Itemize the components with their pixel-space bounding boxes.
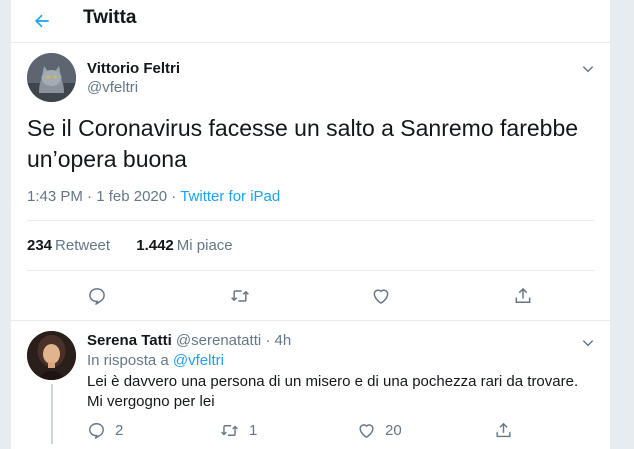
in-reply-handle-link[interactable]: @vfeltri <box>173 352 224 369</box>
author-name[interactable]: Vittorio Feltri <box>87 60 180 78</box>
like-button[interactable] <box>366 281 396 311</box>
back-button[interactable] <box>25 4 59 38</box>
share-icon <box>496 422 511 437</box>
author-handle[interactable]: @vfeltri <box>87 79 138 97</box>
divider <box>11 320 610 321</box>
likes-stat[interactable]: 1.442 Mi piace <box>136 236 232 256</box>
separator-dot: · <box>171 188 177 205</box>
likes-label: Mi piace <box>176 237 233 254</box>
tweet-menu-button[interactable] <box>577 58 599 80</box>
reply-like-button[interactable]: 20 <box>357 419 402 441</box>
reply-author-handle[interactable]: @serenatatti <box>176 332 261 349</box>
reply-text: Lei è davvero una persona di un misero e… <box>87 372 597 412</box>
in-reply-to: In risposta a @vfeltri <box>87 351 224 370</box>
avatar[interactable] <box>27 331 76 380</box>
tweet-detail-column: Twitta Vittorio Feltri @vfeltri Se il Co… <box>10 0 611 449</box>
reply-share-button[interactable] <box>494 419 513 441</box>
page-title: Twitta <box>83 7 137 28</box>
reply-header: Serena Tatti @serenatatti · 4h <box>87 331 291 350</box>
reply-retweet-count: 1 <box>249 421 258 439</box>
tweet-source-link[interactable]: Twitter for iPad <box>180 188 280 205</box>
reply-time[interactable]: 4h <box>275 332 292 349</box>
tweet-text-line: un’opera buona <box>27 146 187 172</box>
page-header: Twitta <box>11 0 610 43</box>
share-button[interactable] <box>508 281 538 311</box>
thread-line <box>51 384 53 444</box>
retweet-icon <box>231 290 249 302</box>
tweet-text: Se il Coronavirus facesse un salto a San… <box>27 113 587 175</box>
arrow-left-icon <box>35 14 49 28</box>
avatar[interactable] <box>27 53 76 102</box>
reply-retweet-button[interactable]: 1 <box>219 419 257 441</box>
comment-icon <box>89 288 105 305</box>
reply-menu-button[interactable] <box>577 332 599 354</box>
retweet-icon <box>221 424 238 436</box>
tweet-time[interactable]: 1:43 PM <box>27 188 83 205</box>
chevron-down-icon <box>582 66 594 73</box>
in-reply-prefix: In risposta a <box>87 352 173 369</box>
tweet-meta: 1:43 PM · 1 feb 2020 · Twitter for iPad <box>27 187 280 207</box>
retweet-button[interactable] <box>225 281 255 311</box>
retweets-stat[interactable]: 234 Retweet <box>27 236 110 256</box>
heart-icon <box>359 423 374 438</box>
reply-text-line: Mi vergogno per lei <box>87 393 215 410</box>
retweets-label: Retweet <box>55 237 111 254</box>
separator-dot: · <box>87 188 93 205</box>
reply-reply-count: 2 <box>115 421 124 439</box>
reply-reply-button[interactable]: 2 <box>87 419 123 441</box>
reply-button[interactable] <box>82 281 112 311</box>
divider <box>27 220 594 221</box>
tweet-text-line: Se il Coronavirus facesse un salto a San… <box>27 115 579 141</box>
reply-author-name[interactable]: Serena Tatti <box>87 332 172 349</box>
chevron-down-icon <box>582 340 594 347</box>
share-icon <box>515 287 531 303</box>
heart-icon <box>373 289 389 304</box>
divider <box>27 270 594 271</box>
separator-dot: · <box>265 332 271 349</box>
tweet-date[interactable]: 1 feb 2020 <box>96 188 167 205</box>
likes-count: 1.442 <box>136 237 174 254</box>
comment-icon <box>89 422 104 439</box>
reply-text-line: Lei è davvero una persona di un misero e… <box>87 373 579 390</box>
retweets-count: 234 <box>27 237 53 254</box>
tweet-stats: 234 Retweet 1.442 Mi piace <box>27 236 233 256</box>
reply-like-count: 20 <box>385 421 402 439</box>
